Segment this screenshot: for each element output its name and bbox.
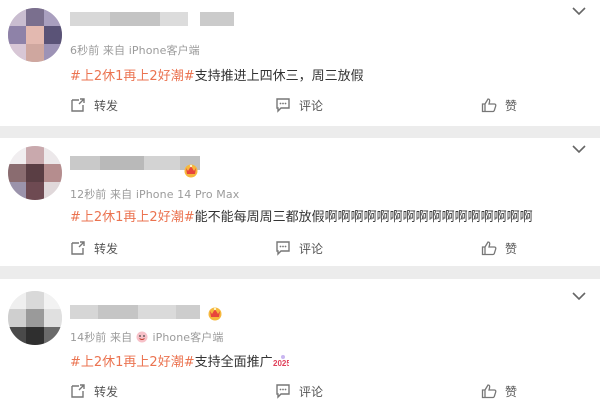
post-meta: 6秒前 来自 iPhone客户端 [70, 42, 200, 58]
comment-icon [276, 98, 290, 113]
comment-label: 评论 [299, 98, 324, 113]
chevron-down-icon[interactable] [572, 6, 586, 16]
like-label: 赞 [505, 98, 518, 113]
repost-icon [71, 241, 85, 255]
repost-label: 转发 [94, 98, 119, 113]
avatar[interactable] [8, 146, 62, 200]
chevron-down-icon[interactable] [572, 291, 586, 301]
thumbs-up-icon [481, 384, 497, 399]
emoji-face-icon [136, 331, 148, 343]
hashtag-link[interactable]: #上2休1再上2好潮# [70, 69, 195, 84]
post-card: 14秒前 来自 iPhone客户端 #上2休1再上2好潮#支持全面推广 2025 … [0, 279, 600, 407]
thumbs-up-icon [481, 98, 497, 113]
repost-button[interactable]: 转发 [70, 238, 118, 258]
repost-label: 转发 [94, 384, 119, 399]
action-bar: 转发 评论 赞 [0, 381, 600, 401]
like-label: 赞 [505, 241, 518, 256]
post-meta: 12秒前 来自 iPhone 14 Pro Max [70, 186, 239, 202]
post-source: iPhone客户端 [152, 331, 224, 344]
avatar[interactable] [8, 8, 62, 62]
hashtag-link[interactable]: #上2休1再上2好潮# [70, 210, 195, 225]
comment-button[interactable]: 评论 [275, 95, 323, 115]
post-body: 支持推进上四休三，周三放假 [194, 69, 364, 84]
repost-icon [71, 384, 85, 398]
sticker-2025-icon: 2025 [273, 355, 289, 368]
post-meta: 14秒前 来自 iPhone客户端 [70, 329, 223, 345]
post-card: 6秒前 来自 iPhone客户端 #上2休1再上2好潮#支持推进上四休三，周三放… [0, 0, 600, 126]
comment-button[interactable]: 评论 [275, 381, 323, 401]
source-prefix: 来自 [102, 44, 126, 57]
action-bar: 转发 评论 赞 [0, 238, 600, 258]
post-time[interactable]: 6秒前 [70, 44, 99, 57]
post-time[interactable]: 12秒前 [70, 188, 106, 201]
like-button[interactable]: 赞 [481, 381, 517, 401]
repost-button[interactable]: 转发 [70, 381, 118, 401]
post-time[interactable]: 14秒前 [70, 331, 106, 344]
svg-text:2025: 2025 [273, 359, 289, 368]
action-bar: 转发 评论 赞 [0, 95, 600, 115]
post-text: #上2休1再上2好潮#能不能每周周三都放假啊啊啊啊啊啊啊啊啊啊啊啊啊啊啊啊 [70, 206, 533, 225]
comment-label: 评论 [299, 241, 324, 256]
like-label: 赞 [505, 384, 518, 399]
thumbs-up-icon [481, 241, 497, 256]
like-button[interactable]: 赞 [481, 95, 517, 115]
comment-icon [276, 241, 290, 256]
source-prefix: 来自 [110, 188, 133, 201]
source-prefix: 来自 [110, 331, 133, 344]
comment-label: 评论 [299, 384, 324, 399]
avatar[interactable] [8, 291, 62, 345]
like-button[interactable]: 赞 [481, 238, 517, 258]
post-source: iPhone客户端 [128, 44, 200, 57]
comment-icon [276, 384, 290, 399]
repost-button[interactable]: 转发 [70, 95, 118, 115]
username-blurred[interactable] [70, 12, 234, 26]
hashtag-link[interactable]: #上2休1再上2好潮# [70, 355, 195, 370]
post-body: 能不能每周周三都放假啊啊啊啊啊啊啊啊啊啊啊啊啊啊啊啊 [194, 210, 533, 225]
crown-badge-icon [208, 307, 222, 321]
post-card: 12秒前 来自 iPhone 14 Pro Max #上2休1再上2好潮#能不能… [0, 138, 600, 266]
username-blurred[interactable] [70, 156, 200, 170]
comment-button[interactable]: 评论 [275, 238, 323, 258]
repost-label: 转发 [94, 241, 119, 256]
repost-icon [71, 98, 85, 112]
crown-badge-icon [184, 164, 198, 178]
chevron-down-icon[interactable] [572, 144, 586, 154]
post-text: #上2休1再上2好潮#支持全面推广 2025 [70, 351, 289, 370]
post-source: iPhone 14 Pro Max [135, 188, 240, 201]
post-body: 支持全面推广 [194, 355, 273, 370]
post-text: #上2休1再上2好潮#支持推进上四休三，周三放假 [70, 65, 364, 84]
username-blurred[interactable] [70, 305, 200, 319]
